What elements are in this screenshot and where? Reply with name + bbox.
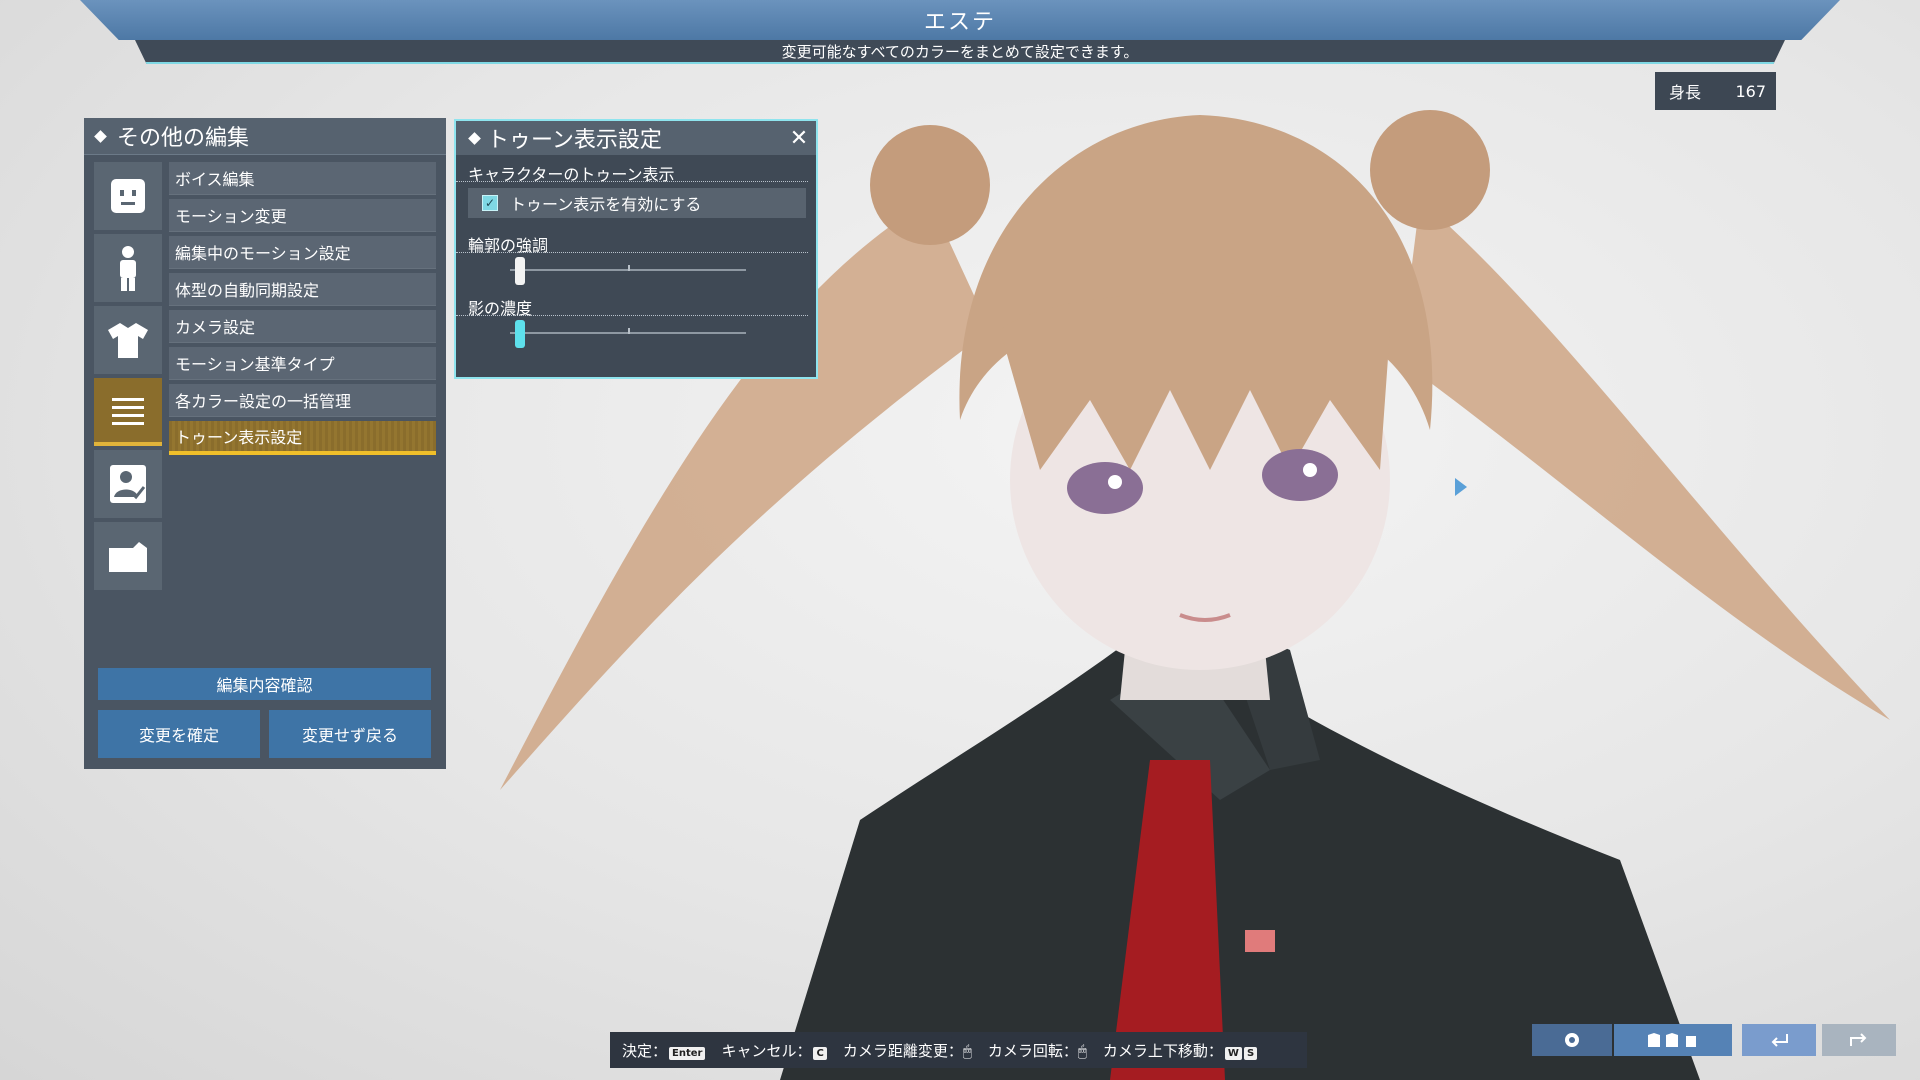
mouse-wheel-icon: 🖱 — [962, 1041, 972, 1060]
hint-zoom: カメラ距離変更：🖱 — [843, 1040, 972, 1061]
category-outfit[interactable] — [94, 306, 162, 374]
category-body[interactable] — [94, 234, 162, 302]
top-banner: エステ — [80, 0, 1840, 40]
menu-label: トゥーン表示設定 — [175, 428, 303, 447]
shadow-slider[interactable] — [510, 316, 746, 350]
shadow-slider-thumb[interactable] — [514, 320, 525, 348]
section-character-toon: キャラクターのトゥーン表示 — [456, 161, 808, 184]
revert-changes-button[interactable]: 変更せず戻る — [269, 710, 431, 758]
undo-button[interactable] — [1742, 1024, 1816, 1056]
hint-vertical: カメラ上下移動： W S — [1102, 1040, 1258, 1061]
left-bun — [870, 125, 990, 245]
confirm-edit-label: 編集内容確認 — [216, 676, 313, 695]
menu-camera-settings[interactable]: カメラ設定 — [169, 310, 436, 343]
w-key-icon: W — [1224, 1046, 1242, 1060]
mouse-drag-icon: 🖱 — [1077, 1041, 1087, 1060]
folder-icon — [109, 542, 147, 572]
menu-label: 編集中のモーション設定 — [175, 244, 351, 263]
menu-color-bulk-manage[interactable]: 各カラー設定の一括管理 — [169, 384, 436, 417]
right-twintail — [1400, 200, 1890, 720]
enable-toon-row[interactable]: ✓ トゥーン表示を有効にする — [468, 188, 806, 218]
enable-toon-label: トゥーン表示を有効にする — [510, 195, 702, 214]
body-icon — [120, 246, 136, 291]
other-edit-header: その他の編集 — [84, 118, 446, 155]
apply-changes-button[interactable]: 変更を確定 — [98, 710, 260, 758]
menu-motion-base-type[interactable]: モーション基準タイプ — [169, 347, 436, 380]
toon-settings-dialog: トゥーン表示設定 ✕ キャラクターのトゥーン表示 ✓ トゥーン表示を有効にする … — [454, 119, 818, 379]
shadow-slider-mid-tick — [628, 328, 630, 334]
outfit-toggle-icon — [1648, 1033, 1696, 1047]
enter-key-icon: Enter — [669, 1046, 706, 1060]
menu-label: モーション基準タイプ — [175, 355, 335, 374]
c-key-icon: C — [813, 1046, 827, 1060]
menu-body-auto-sync[interactable]: 体型の自動同期設定 — [169, 273, 436, 306]
height-value: 167 — [1735, 81, 1766, 101]
menu-label: 体型の自動同期設定 — [175, 281, 320, 300]
hint-rotate-label: カメラ回転： — [987, 1041, 1078, 1060]
edit-menu-list: ボイス編集 モーション変更 編集中のモーション設定 体型の自動同期設定 カメラ設… — [169, 162, 436, 459]
apply-revert-row: 変更を確定 変更せず戻る — [98, 710, 431, 758]
revert-label: 変更せず戻る — [301, 726, 398, 745]
undo-icon — [1771, 1034, 1788, 1047]
menu-toon-display[interactable]: トゥーン表示設定 — [169, 421, 436, 455]
shirt-icon — [108, 323, 148, 358]
cursor-icon — [1455, 478, 1467, 496]
control-hints-bar: 決定： Enter キャンセル： C カメラ距離変更：🖱 カメラ回転：🖱 カメラ上下… — [610, 1032, 1307, 1068]
outline-slider-thumb[interactable] — [514, 257, 525, 285]
hint-rotate: カメラ回転：🖱 — [988, 1040, 1087, 1061]
jacket-badge — [1245, 930, 1275, 952]
menu-label: カメラ設定 — [175, 318, 256, 337]
hint-vertical-label: カメラ上下移動： — [1102, 1041, 1223, 1060]
profile-check-icon — [110, 465, 146, 503]
hint-decide-label: 決定： — [622, 1041, 668, 1060]
menu-motion-change[interactable]: モーション変更 — [169, 199, 436, 232]
menu-voice-edit[interactable]: ボイス編集 — [169, 162, 436, 195]
face-toggle-icon — [1565, 1033, 1579, 1047]
category-profile[interactable] — [94, 450, 162, 518]
jacket — [780, 640, 1700, 1080]
outfit-toggle-button[interactable] — [1614, 1024, 1732, 1056]
page-subtitle-bar: 変更可能なすべてのカラーをまとめて設定できます。 — [135, 40, 1785, 64]
other-edit-panel: その他の編集 ボイス編集 モーション変更 編集中のモーション設定 体型の自動同期… — [84, 118, 446, 769]
category-icon-column — [94, 162, 162, 594]
menu-editing-motion-settings[interactable]: 編集中のモーション設定 — [169, 236, 436, 269]
other-edit-title: その他の編集 — [117, 126, 250, 151]
redo-icon — [1850, 1033, 1867, 1046]
apply-label: 変更を確定 — [138, 726, 219, 745]
diamond-icon — [94, 129, 107, 143]
face-icon — [111, 179, 145, 213]
right-eye — [1262, 449, 1338, 501]
menu-label: ボイス編集 — [175, 170, 255, 189]
height-display: 身長 167 — [1655, 72, 1776, 110]
diamond-icon — [468, 131, 481, 145]
outline-label: 輪郭の強調 — [456, 232, 808, 255]
toon-settings-title: トゥーン表示設定 — [487, 128, 662, 153]
hint-zoom-label: カメラ距離変更： — [842, 1041, 963, 1060]
menu-label: 各カラー設定の一括管理 — [175, 392, 352, 411]
height-label: 身長 — [1669, 83, 1702, 102]
category-storage[interactable] — [94, 522, 162, 590]
hint-decide: 決定： Enter — [622, 1040, 706, 1061]
right-bun — [1370, 110, 1490, 230]
face-toggle-button[interactable] — [1532, 1024, 1612, 1056]
page-title: エステ — [923, 10, 996, 35]
category-other[interactable] — [94, 378, 162, 446]
left-eye — [1067, 462, 1143, 514]
category-face[interactable] — [94, 162, 162, 230]
hint-cancel-label: キャンセル： — [721, 1041, 812, 1060]
confirm-edit-button[interactable]: 編集内容確認 — [98, 668, 431, 700]
redo-button[interactable] — [1822, 1024, 1896, 1056]
shadow-label: 影の濃度 — [456, 295, 808, 318]
outline-slider[interactable] — [510, 253, 746, 287]
menu-lines-icon — [112, 398, 144, 425]
menu-label: モーション変更 — [175, 207, 287, 226]
toon-settings-header: トゥーン表示設定 ✕ — [456, 121, 816, 155]
close-icon[interactable]: ✕ — [788, 126, 810, 151]
s-key-icon: S — [1243, 1046, 1258, 1060]
enable-toon-checkbox[interactable]: ✓ — [482, 195, 498, 211]
page-subtitle: 変更可能なすべてのカラーをまとめて設定できます。 — [781, 42, 1139, 61]
outline-slider-mid-tick — [628, 265, 630, 271]
hint-cancel: キャンセル： C — [721, 1040, 827, 1061]
